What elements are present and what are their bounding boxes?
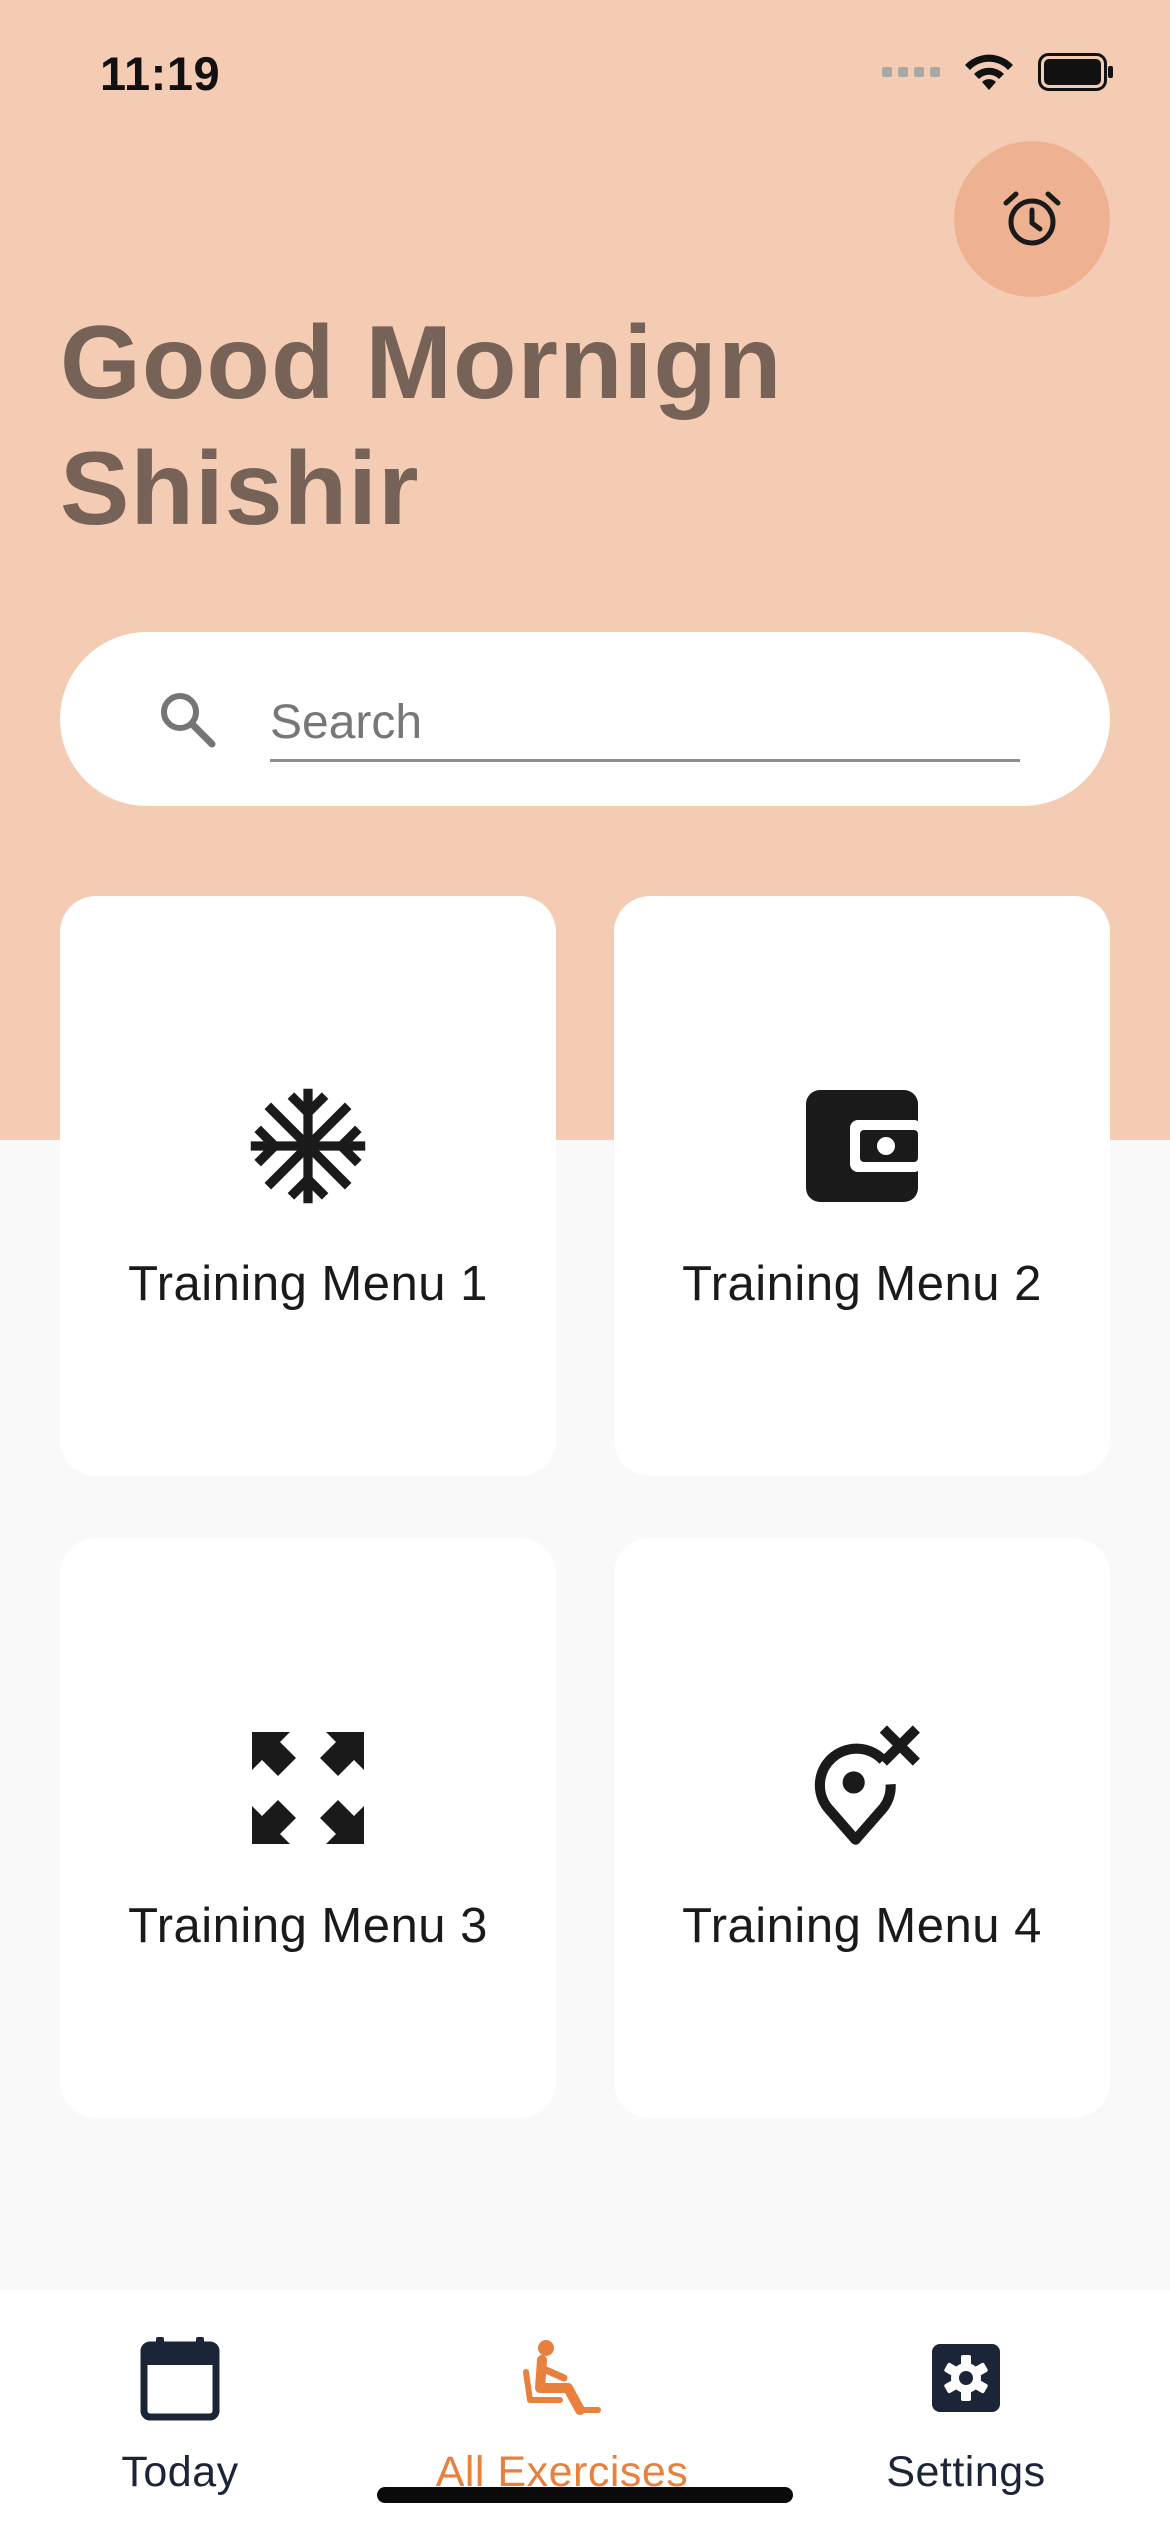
cellular-signal-icon [882,67,940,77]
battery-icon [1038,53,1113,91]
alarm-button[interactable] [954,141,1110,297]
training-menu-card-4[interactable]: Training Menu 4 [614,1538,1110,2118]
nav-tab-today[interactable]: Today [30,2330,330,2496]
training-menu-label: Training Menu 2 [682,1257,1042,1311]
seated-person-icon [514,2330,610,2426]
greeting-title: Good Mornign Shishir [60,300,960,552]
wallet-icon [802,1086,922,1206]
nav-tab-settings[interactable]: Settings [816,2330,1116,2496]
calendar-icon [132,2330,228,2426]
status-bar: 11:19 [0,0,1170,150]
greeting-line-1: Good Mornign [60,305,783,421]
training-menu-card-1[interactable]: Training Menu 1 [60,896,556,1476]
nav-tab-all-exercises[interactable]: All Exercises [412,2330,712,2496]
location-remove-icon [802,1725,922,1848]
wifi-icon [965,54,1013,90]
nav-label-today: Today [121,2448,239,2496]
home-indicator[interactable] [377,2487,793,2503]
training-menu-label: Training Menu 4 [682,1899,1042,1953]
screen: 11:19 Good Mornign Shishir Search Traini… [0,0,1170,2532]
training-menu-card-3[interactable]: Training Menu 3 [60,1538,556,2118]
expand-arrows-icon [248,1728,368,1848]
search-bar[interactable] [60,632,1110,806]
search-icon [161,693,216,748]
greeting-line-2: Shishir [60,431,420,547]
nav-label-settings: Settings [886,2448,1046,2496]
status-time: 11:19 [100,47,221,100]
training-menu-label: Training Menu 3 [128,1899,488,1953]
snowflake-icon [248,1086,368,1206]
training-menu-card-2[interactable]: Training Menu 2 [614,896,1110,1476]
gear-icon [918,2330,1014,2426]
search-input[interactable] [270,682,1020,762]
status-icons [882,52,1114,92]
training-menu-label: Training Menu 1 [128,1257,488,1311]
alarm-clock-icon [1003,191,1061,246]
